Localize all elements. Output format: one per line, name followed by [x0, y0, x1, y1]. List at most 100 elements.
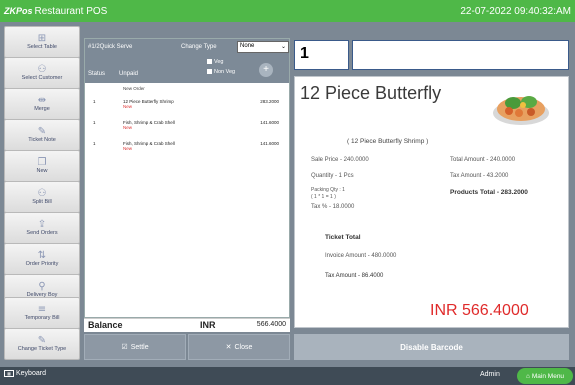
- nonveg-label: Non Veg: [214, 69, 236, 75]
- close-icon: ✕: [225, 344, 232, 351]
- settle-label: Settle: [130, 343, 149, 351]
- item-amount: 141.6000: [260, 141, 279, 146]
- product-image: [493, 96, 549, 125]
- add-button[interactable]: +: [259, 63, 273, 77]
- bottom-bar: ▦ Keyboard Admin ⌂ Main Menu: [0, 367, 575, 385]
- order-number: #1/2Quick Serve: [88, 44, 133, 50]
- order-priority-button[interactable]: ⇅ Order Priority: [4, 243, 80, 275]
- new-icon: ❐: [37, 157, 47, 168]
- invoice-amount: Invoice Amount - 480.0000: [325, 253, 397, 259]
- item-status: New: [123, 125, 133, 130]
- item-amount: 141.6000: [260, 120, 279, 125]
- change-ticket-type-button[interactable]: ✎ Change Ticket Type: [4, 328, 80, 360]
- change-type-select[interactable]: None ⌄: [237, 41, 289, 53]
- main-menu-button[interactable]: ⌂ Main Menu: [517, 368, 573, 384]
- note-icon: ✎: [37, 126, 47, 137]
- sidebar-item-label: Select Table: [27, 44, 57, 50]
- new-button[interactable]: ❐ New: [4, 150, 80, 182]
- item-status: New: [123, 146, 133, 151]
- close-button[interactable]: ✕ Close: [188, 334, 290, 360]
- delivery-icon: ⚲: [38, 281, 46, 292]
- item-qty: 1: [93, 99, 96, 104]
- total-amount: Total Amount - 240.0000: [450, 157, 516, 163]
- packing-formula: ( 1 * 1 = 1 ): [311, 194, 336, 200]
- keyboard-icon: ▦: [4, 370, 14, 377]
- product-name: 12 Piece Butterfly: [300, 83, 442, 103]
- close-label: Close: [234, 343, 253, 351]
- product-tax-amount: Tax Amount - 43.2000: [450, 173, 509, 179]
- datetime: 22-07-2022 09:40:32:AM: [460, 5, 571, 17]
- customer-icon: ⚇: [37, 64, 47, 75]
- split-bill-button[interactable]: ⚇ Split Bill: [4, 181, 80, 213]
- table-icon: ⊞: [37, 33, 47, 44]
- title-bar: ZKPos Restaurant POS 22-07-2022 09:40:32…: [0, 0, 575, 22]
- new-order-label: New Order: [123, 86, 145, 91]
- status-value: Unpaid: [119, 71, 139, 77]
- change-type-label: Change Type: [181, 44, 217, 50]
- order-panel: #1/2Quick Serve Change Type None ⌄ Veg N…: [84, 38, 290, 318]
- chevron-down-icon: ⌄: [280, 44, 286, 50]
- balance-label: Balance: [88, 320, 123, 330]
- sidebar-item-label: New: [36, 168, 48, 174]
- keyboard-button[interactable]: ▦ Keyboard: [4, 370, 46, 377]
- temp-bill-icon: ≡: [37, 304, 47, 315]
- sidebar-item-label: Send Orders: [26, 230, 58, 236]
- app-logo: ZKPos: [4, 6, 33, 16]
- balance-value: 566.4000: [256, 321, 286, 328]
- keyboard-label: Keyboard: [16, 370, 46, 377]
- select-table-button[interactable]: ⊞ Select Table: [4, 26, 80, 58]
- nonveg-checkbox[interactable]: Non Veg: [207, 69, 235, 75]
- merge-button[interactable]: ⇹ Merge: [4, 88, 80, 120]
- sidebar-item-label: Order Priority: [25, 261, 59, 267]
- sidebar-item-label: Change Ticket Type: [17, 346, 67, 352]
- order-row[interactable]: 1 Fish, Shrimp & Crab Shell New 141.6000: [85, 118, 289, 136]
- item-amount: 283.2000: [260, 99, 279, 104]
- send-orders-button[interactable]: ⇪ Send Orders: [4, 212, 80, 244]
- sidebar-item-label: Temporary Bill: [24, 315, 60, 321]
- quantity-input[interactable]: 1: [294, 40, 349, 70]
- item-qty: 1: [93, 141, 96, 146]
- change-type-value: None: [240, 43, 255, 49]
- tax-percent: Tax % - 18.0000: [311, 204, 355, 210]
- order-row[interactable]: 1 12 Piece Butterfly Shrimp New 283.2000: [85, 97, 289, 115]
- app-brand: ZKPos Restaurant POS: [4, 6, 107, 17]
- sidebar-item-label: Select Customer: [21, 75, 63, 81]
- send-icon: ⇪: [37, 219, 47, 230]
- ticket-total-title: Ticket Total: [325, 234, 361, 241]
- product-full-name: ( 12 Piece Butterfly Shrimp ): [347, 138, 429, 145]
- sidebar-item-label: Split Bill: [32, 199, 52, 205]
- settle-icon: ☑: [121, 344, 128, 351]
- balance-currency: INR: [200, 320, 216, 330]
- main-menu-label: Main Menu: [531, 372, 565, 380]
- balance-bar: Balance INR 566.4000: [84, 318, 290, 332]
- sidebar: ⊞ Select Table ⚇ Select Customer ⇹ Merge…: [4, 26, 80, 362]
- settle-button[interactable]: ☑ Settle: [84, 334, 186, 360]
- disable-barcode-button[interactable]: Disable Barcode: [294, 334, 569, 360]
- split-icon: ⚇: [37, 188, 47, 199]
- sale-price: Sale Price - 240.0000: [311, 157, 369, 163]
- order-row[interactable]: 1 Fish, Shrimp & Crab Shell New 141.6000: [85, 139, 289, 157]
- product-detail-panel: 12 Piece Butterfly ( 12 Piece Butterfly …: [294, 76, 569, 328]
- ticket-tax-amount: Tax Amount - 86.4000: [325, 273, 384, 279]
- sidebar-item-label: Merge: [34, 106, 50, 112]
- barcode-input[interactable]: [352, 40, 569, 70]
- packing-qty: Packing Qty : 1: [311, 187, 345, 193]
- quantity: Quantity - 1 Pcs: [311, 173, 354, 179]
- app-title: Restaurant POS: [34, 5, 108, 17]
- priority-icon: ⇅: [37, 250, 47, 261]
- grand-total: INR 566.4000: [430, 302, 529, 319]
- status-label: Status: [88, 71, 106, 77]
- products-total: Products Total - 283.2000: [450, 189, 528, 196]
- select-customer-button[interactable]: ⚇ Select Customer: [4, 57, 80, 89]
- veg-label: Veg: [214, 59, 224, 65]
- veg-checkbox[interactable]: Veg: [207, 59, 223, 65]
- sidebar-item-label: Ticket Note: [28, 137, 56, 143]
- home-icon: ⌂: [525, 372, 530, 380]
- item-qty: 1: [93, 120, 96, 125]
- item-status: New: [123, 104, 133, 109]
- ticket-note-button[interactable]: ✎ Ticket Note: [4, 119, 80, 151]
- order-header: #1/2Quick Serve Change Type None ⌄ Veg N…: [85, 39, 289, 83]
- temporary-bill-button[interactable]: ≡ Temporary Bill: [4, 297, 80, 329]
- user-name: Admin: [480, 371, 500, 378]
- ticket-type-icon: ✎: [37, 335, 47, 346]
